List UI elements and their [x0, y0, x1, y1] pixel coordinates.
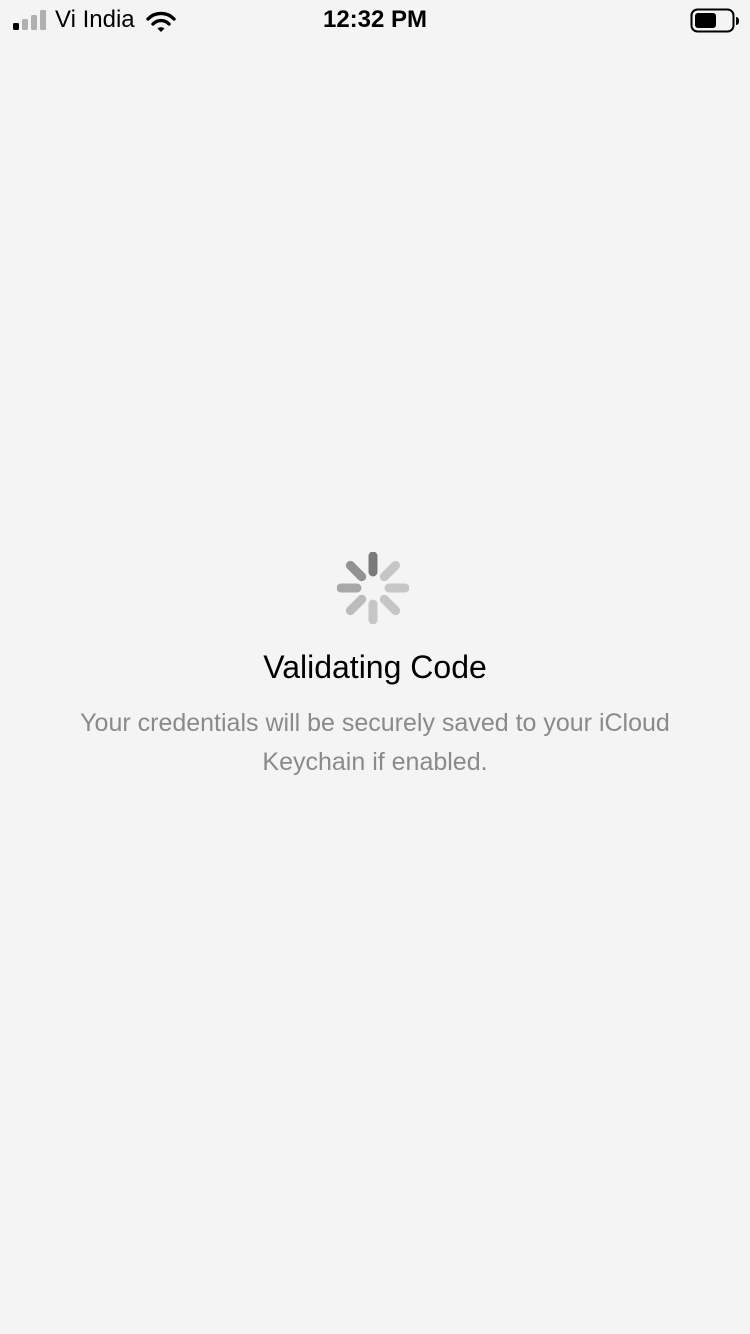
spinner-spoke-8	[345, 560, 367, 582]
activity-spinner-icon	[337, 552, 409, 624]
spinner-spoke-2	[379, 560, 401, 582]
status-bar: Vi India 12:32 PM	[0, 0, 750, 40]
page-subtitle: Your credentials will be securely saved …	[80, 709, 670, 776]
spinner-spoke-4	[379, 594, 401, 616]
spinner-spoke-6	[345, 594, 367, 616]
battery-level-fill	[695, 13, 716, 28]
page-title: Validating Code	[263, 649, 487, 685]
status-time: 12:32 PM	[322, 6, 428, 33]
battery-icon	[690, 8, 739, 33]
